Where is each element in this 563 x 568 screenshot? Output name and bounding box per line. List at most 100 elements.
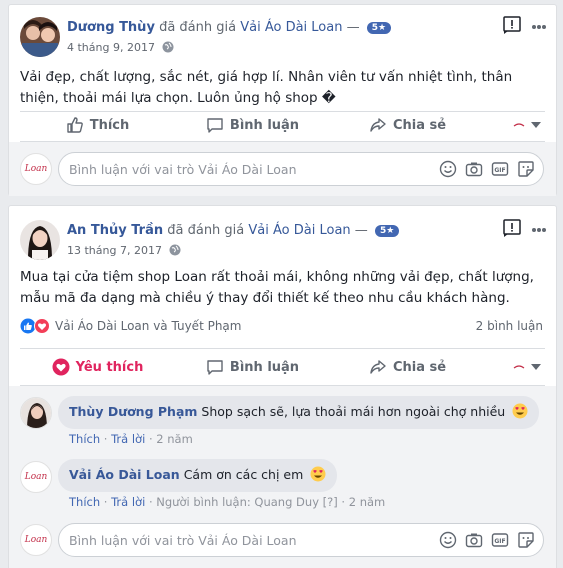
post-text: Vải đẹp, chất lượng, sắc nét, giá hợp lí…: [20, 69, 513, 106]
share-button[interactable]: Chia sẻ: [330, 358, 485, 376]
like-button[interactable]: Thích: [20, 116, 175, 134]
separator: ·: [103, 432, 108, 446]
comment-meta: Thích · Trả lời · Người bình luận: Quang…: [69, 495, 385, 509]
report-icon[interactable]: [502, 15, 522, 38]
review-action-text: đã đánh giá: [167, 223, 245, 238]
help-link[interactable]: [?]: [323, 495, 338, 509]
comment-time[interactable]: 2 năm: [349, 495, 386, 509]
date-text[interactable]: 13 tháng 7, 2017: [67, 244, 162, 257]
svg-text:GIF: GIF: [494, 538, 505, 545]
love-label: Yêu thích: [75, 359, 144, 375]
review-action-text: đã đánh giá: [159, 20, 237, 35]
composer-icons: GIF: [439, 531, 535, 549]
chevron-down-icon: [531, 364, 541, 370]
gif-icon[interactable]: GIF: [491, 531, 509, 549]
reactions-names: Vải Áo Dài Loan và Tuyết Phạm: [55, 319, 242, 333]
author-avatar[interactable]: [20, 17, 60, 57]
brand-logo: Loan: [24, 164, 48, 174]
comment-label: Bình luận: [229, 117, 300, 133]
share-button[interactable]: Chia sẻ: [330, 116, 485, 134]
reactions-summary[interactable]: Vải Áo Dài Loan và Tuyết Phạm: [20, 318, 241, 334]
comment-icon: [207, 118, 223, 133]
post-as-selector[interactable]: [485, 117, 545, 133]
page-avatar-mini: [511, 117, 527, 133]
post-date: 4 tháng 9, 2017: [67, 41, 174, 56]
share-label: Chia sẻ: [392, 117, 447, 133]
post-text: Mua tại cửa tiệm shop Loan rất thoải mái…: [20, 269, 534, 306]
comment-placeholder: Bình luận với vai trò Vải Áo Dài Loan: [69, 532, 297, 548]
author-name[interactable]: An Thủy Trần: [67, 223, 163, 238]
comment-like-link[interactable]: Thích: [69, 495, 100, 509]
gif-icon[interactable]: GIF: [491, 160, 509, 178]
comment-placeholder: Bình luận với vai trò Vải Áo Dài Loan: [69, 161, 297, 177]
globe-icon: [169, 244, 181, 259]
separator: ·: [148, 495, 153, 509]
more-options-icon[interactable]: [531, 222, 547, 236]
brand-logo: Loan: [24, 472, 48, 482]
brand-logo: Loan: [24, 535, 48, 545]
more-options-icon[interactable]: [531, 19, 547, 33]
rating-badge: 5★: [374, 225, 400, 237]
emoji-icon[interactable]: [439, 531, 457, 549]
comment-time[interactable]: 2 năm: [156, 432, 193, 446]
commenter-avatar[interactable]: [20, 397, 52, 429]
composer-icons: GIF: [439, 160, 535, 178]
comment-reply-link[interactable]: Trả lời: [111, 495, 145, 509]
love-icon: [52, 358, 70, 376]
comment-button[interactable]: Bình luận: [175, 358, 330, 376]
comments-count[interactable]: 2 bình luận: [476, 319, 543, 333]
chevron-down-icon: [531, 122, 541, 128]
share-label: Chia sẻ: [392, 359, 447, 375]
separator: ·: [148, 432, 153, 446]
divider: [20, 348, 545, 349]
like-label: Thích: [89, 117, 130, 133]
comment-text: Shop sạch sẽ, lựa thoải mái hơn ngoài ch…: [201, 404, 506, 419]
separator: ·: [103, 495, 108, 509]
commenter-avatar[interactable]: Loan: [20, 461, 52, 493]
share-icon: [370, 360, 386, 374]
action-bar: Thích Bình luận Chia sẻ: [20, 110, 545, 140]
camera-icon[interactable]: [465, 531, 483, 549]
love-button[interactable]: Yêu thích: [20, 358, 175, 376]
heart-eyes-emoji-icon: [512, 403, 528, 422]
review-post-1: Dương Thùy đã đánh giá Vải Áo Dài Loan —…: [8, 4, 557, 196]
comment-label: Bình luận: [229, 359, 300, 375]
comment-bubble: Thùy Dương Phạm Shop sạch sẽ, lựa thoải m…: [58, 396, 540, 429]
comments-area: Thùy Dương Phạm Shop sạch sẽ, lựa thoải m…: [9, 386, 556, 568]
rating-badge: 5★: [366, 22, 392, 34]
page-avatar: Loan: [20, 524, 52, 556]
comment-button[interactable]: Bình luận: [175, 116, 330, 134]
post-date: 13 tháng 7, 2017: [67, 244, 181, 259]
commenter-name[interactable]: Thùy Dương Phạm: [69, 404, 197, 419]
sticker-icon[interactable]: [517, 531, 535, 549]
comment-input[interactable]: Bình luận với vai trò Vải Áo Dài Loan GI…: [58, 152, 544, 186]
review-post-2: An Thủy Trần đã đánh giá Vải Áo Dài Loan…: [8, 205, 557, 568]
share-icon: [370, 118, 386, 132]
date-text[interactable]: 4 tháng 9, 2017: [67, 41, 155, 54]
globe-icon: [162, 41, 174, 56]
page-avatar-mini: [511, 359, 527, 375]
page-name-link[interactable]: Vải Áo Dài Loan: [248, 223, 350, 238]
comment-composer-area: Loan Bình luận với vai trò Vải Áo Dài Lo…: [9, 142, 556, 196]
comment-like-link[interactable]: Thích: [69, 432, 100, 446]
svg-text:GIF: GIF: [494, 167, 505, 174]
author-line: Dương Thùy đã đánh giá Vải Áo Dài Loan —…: [67, 20, 392, 35]
comment-reply-link[interactable]: Trả lời: [111, 432, 145, 446]
comment-input[interactable]: Bình luận với vai trò Vải Áo Dài Loan GI…: [58, 523, 544, 557]
author-name[interactable]: Dương Thùy: [67, 20, 155, 35]
comment-icon: [207, 360, 223, 375]
emoji-icon[interactable]: [439, 160, 457, 178]
heart-eyes-emoji-icon: [310, 466, 326, 485]
sticker-icon[interactable]: [517, 160, 535, 178]
dash: —: [354, 223, 368, 238]
author-avatar[interactable]: [20, 220, 60, 260]
dash: —: [346, 20, 360, 35]
action-bar: Yêu thích Bình luận Chia sẻ: [20, 352, 545, 382]
comment-text: Cám ơn các chị em: [183, 467, 304, 482]
separator: ·: [341, 495, 346, 509]
post-as-selector[interactable]: [485, 359, 545, 375]
page-name-link[interactable]: Vải Áo Dài Loan: [240, 20, 342, 35]
camera-icon[interactable]: [465, 160, 483, 178]
commenter-name[interactable]: Vải Áo Dài Loan: [69, 467, 180, 482]
report-icon[interactable]: [502, 218, 522, 241]
